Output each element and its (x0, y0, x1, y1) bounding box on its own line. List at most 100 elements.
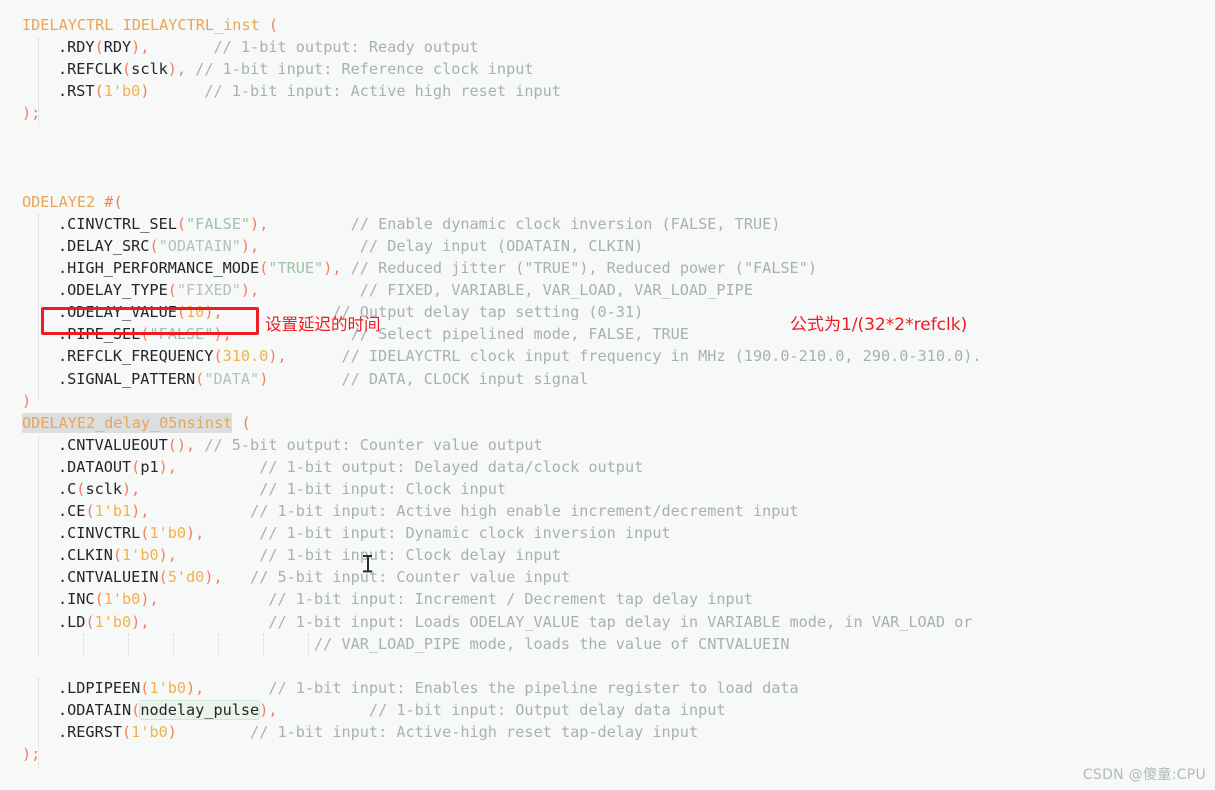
code-line[interactable]: .REFCLK_FREQUENCY(310.0), // IDELAYCTRL … (0, 345, 1215, 367)
token-cmt: // 1-bit input: Clock delay input (176, 546, 561, 565)
token-port: .ODELAY_VALUE (58, 303, 177, 322)
code-line[interactable]: .ODELAY_TYPE("FIXED"), // FIXED, VARIABL… (0, 279, 1215, 301)
code-line[interactable]: .PIPE_SEL("FALSE"), // Select pipelined … (0, 323, 1215, 345)
token-cmt: // 1-bit input: Dynamic clock inversion … (204, 524, 671, 543)
code-line[interactable]: .CINVCTRL(1'b0), // 1-bit input: Dynamic… (0, 522, 1215, 544)
token-cmt: // 1-bit input: Clock input (140, 479, 507, 498)
token-punc: ), (131, 502, 150, 521)
code-line[interactable]: ); (0, 102, 1215, 124)
code-line[interactable]: .LDPIPEEN(1'b0), // 1-bit input: Enables… (0, 677, 1215, 699)
token-port: .ODELAY_TYPE (58, 281, 168, 300)
token-punc: ( (195, 369, 205, 388)
token-num: 1'b0 (131, 723, 168, 741)
token-num: 1'b0 (122, 546, 159, 565)
token-port: .RST (58, 82, 95, 101)
token-sig: RDY (103, 38, 132, 57)
token-str: "FALSE" (186, 214, 251, 233)
code-line[interactable]: .C(sclk), // 1-bit input: Clock input (0, 478, 1215, 500)
code-line[interactable]: ) (0, 390, 1215, 412)
token-punc: ( (94, 38, 104, 57)
token-num: 310.0 (222, 347, 269, 366)
token-port: .CE (58, 502, 86, 521)
token-str-d: "DATA" (204, 369, 260, 388)
token-punc: ), (131, 612, 150, 631)
code-line[interactable] (0, 147, 1215, 169)
token-num: 1'b0 (103, 82, 141, 101)
code-line[interactable] (0, 655, 1215, 677)
token-punc: ( (131, 457, 141, 476)
token-port: .HIGH_PERFORMANCE_MODE (58, 259, 260, 278)
code-line[interactable]: .ODATAIN(nodelay_pulse), // 1-bit input:… (0, 699, 1215, 721)
token-cmt: // 1-bit input: Output delay data input (277, 700, 726, 719)
code-line[interactable]: .SIGNAL_PATTERN("DATA") // DATA, CLOCK i… (0, 368, 1215, 390)
code-line[interactable]: .RST(1'b0) // 1-bit input: Active high r… (0, 80, 1215, 102)
code-content[interactable]: IDELAYCTRL IDELAYCTRL_inst (.RDY(RDY), /… (0, 14, 1215, 765)
token-punc: ), (240, 281, 260, 300)
token-cmt: // FIXED, VARIABLE, VAR_LOAD, VAR_LOAD_P… (259, 281, 753, 300)
token-punc: ), (240, 236, 260, 255)
token-cmt: // DATA, CLOCK input signal (268, 369, 589, 388)
token-port: .PIPE_SEL (58, 325, 141, 344)
code-line[interactable]: .REGRST(1'b0) // 1-bit input: Active-hig… (0, 721, 1215, 743)
token-num: 5'd0 (167, 568, 205, 587)
token-str: "FALSE" (149, 325, 214, 344)
code-line[interactable]: ODELAYE2_delay_05nsinst ( (0, 412, 1215, 434)
token-cmt: // 1-bit input: Increment / Decrement ta… (158, 590, 753, 609)
code-line[interactable]: ODELAYE2 #( (0, 191, 1215, 213)
token-str-d: "FIXED" (176, 281, 241, 300)
token-punc: ( (213, 347, 223, 366)
token-num: 10 (186, 303, 205, 322)
token-sig: sclk (131, 60, 168, 79)
token-cmt: // Delay input (ODATAIN, CLKIN) (259, 236, 644, 255)
token-num: 1'b0 (94, 612, 132, 631)
code-line[interactable]: .DATAOUT(p1), // 1-bit output: Delayed d… (0, 456, 1215, 478)
code-line[interactable]: .CINVCTRL_SEL("FALSE"), // Enable dynami… (0, 213, 1215, 235)
code-line[interactable]: .ODELAY_VALUE(10), // Output delay tap s… (0, 301, 1215, 323)
token-port: .DATAOUT (58, 457, 132, 476)
token-punc: ( (131, 700, 141, 719)
token-port: .CINVCTRL (58, 524, 141, 543)
token-punc: ), (204, 303, 223, 322)
code-line[interactable]: .CNTVALUEIN(5'd0), // 5-bit input: Count… (0, 566, 1215, 588)
formula-annotation: 公式为1/(32*2*refclk) (790, 315, 968, 335)
code-line[interactable]: // VAR_LOAD_PIPE mode, loads the value o… (0, 633, 1215, 655)
token-port: .LDPIPEEN (58, 678, 141, 697)
token-punc: ), (204, 568, 223, 587)
token-punc: ( (149, 236, 159, 255)
token-punc: ) (167, 723, 177, 741)
code-line[interactable]: .CE(1'b1), // 1-bit input: Active high e… (0, 500, 1215, 522)
token-punc: ), (158, 546, 177, 565)
code-line[interactable]: .INC(1'b0), // 1-bit input: Increment / … (0, 588, 1215, 610)
token-port: .LD (58, 612, 86, 631)
code-editor[interactable]: IDELAYCTRL IDELAYCTRL_inst (.RDY(RDY), /… (0, 0, 1215, 790)
token-cmt: // 5-bit input: Counter value input (222, 568, 571, 587)
token-port: .CNTVALUEOUT (58, 435, 168, 454)
code-line[interactable] (0, 169, 1215, 191)
code-line[interactable]: .REFCLK(sclk), // 1-bit input: Reference… (0, 58, 1215, 80)
token-punc: ), (186, 524, 205, 543)
code-line[interactable]: .HIGH_PERFORMANCE_MODE("TRUE"), // Reduc… (0, 257, 1215, 279)
code-line[interactable]: .DELAY_SRC("ODATAIN"), // Delay input (O… (0, 235, 1215, 257)
token-num: 1'b1 (94, 502, 132, 521)
token-port: .CINVCTRL_SEL (58, 214, 177, 233)
token-num: 1'b0 (149, 678, 187, 697)
token-inst-hl: ODELAYE2_delay_05nsinst (22, 412, 233, 433)
code-line[interactable] (0, 124, 1215, 146)
token-cmt: // 1-bit output: Delayed data/clock outp… (176, 457, 644, 476)
code-line[interactable]: .RDY(RDY), // 1-bit output: Ready output (0, 36, 1215, 58)
token-punc: ), (167, 60, 187, 79)
token-port: .REFCLK (58, 60, 123, 79)
code-line[interactable]: ); (0, 743, 1215, 765)
token-punc: ), (250, 214, 269, 233)
token-sig-hl: nodelay_pulse (139, 699, 261, 720)
token-punc: ( (85, 612, 95, 631)
token-sig: p1 (140, 457, 159, 476)
code-line[interactable]: .LD(1'b0), // 1-bit input: Loads ODELAY_… (0, 611, 1215, 633)
code-line[interactable]: .CLKIN(1'b0), // 1-bit input: Clock dela… (0, 544, 1215, 566)
code-line[interactable]: .CNTVALUEOUT(), // 5-bit output: Counter… (0, 434, 1215, 456)
token-cmt: // 1-bit input: Active-high reset tap-de… (176, 723, 699, 741)
code-line[interactable]: IDELAYCTRL IDELAYCTRL_inst ( (0, 14, 1215, 36)
token-port: .C (58, 479, 77, 498)
token-punc: ( (122, 60, 132, 79)
token-punc: ); (22, 745, 41, 764)
